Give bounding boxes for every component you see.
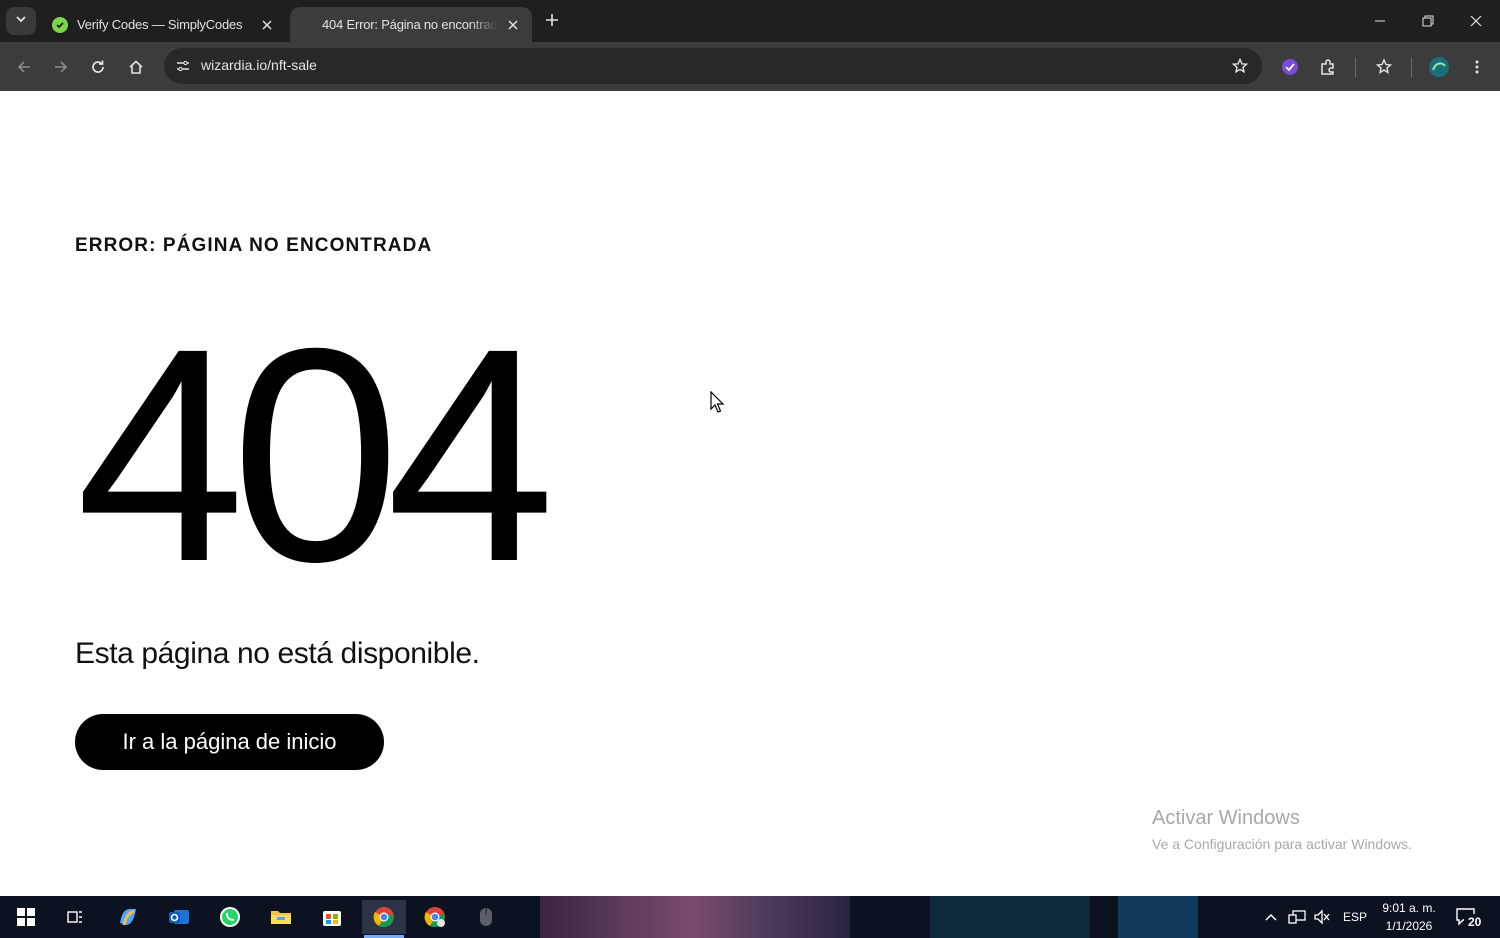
- mouse-app-icon: [480, 908, 492, 926]
- taskbar-background-fill: [540, 896, 850, 938]
- task-view-button[interactable]: [53, 900, 97, 934]
- go-home-button[interactable]: Ir a la página de inicio: [75, 714, 384, 770]
- chevron-up-icon: [1265, 913, 1277, 921]
- browser-menu-button[interactable]: [1462, 52, 1492, 82]
- home-icon: [129, 60, 143, 74]
- activation-watermark: Activar Windows Ve a Configuración para …: [1152, 807, 1412, 852]
- toolbar-separator: [1355, 57, 1356, 77]
- copilot-icon: [120, 909, 136, 926]
- clock-time: 9:01 a. m.: [1382, 901, 1436, 915]
- watermark-subtitle: Ve a Configuración para activar Windows.: [1152, 836, 1412, 852]
- forward-button[interactable]: [46, 52, 76, 82]
- arrow-right-icon: [55, 61, 68, 73]
- language-indicator[interactable]: ESP: [1343, 896, 1367, 938]
- show-hidden-icons-button[interactable]: [1264, 896, 1278, 938]
- site-info-button[interactable]: [170, 53, 196, 79]
- network-icon: [1288, 910, 1306, 924]
- tab-title: 404 Error: Página no encontrada: [322, 17, 498, 32]
- reload-icon: [92, 60, 104, 73]
- notification-count: 20: [1468, 915, 1482, 929]
- outlook-icon: [169, 910, 189, 924]
- tab-verify-codes[interactable]: Verify Codes — SimplyCodes: [38, 7, 286, 42]
- browser-toolbar: wizardia.io/nft-sale: [0, 42, 1500, 91]
- page-content: ERROR: PÁGINA NO ENCONTRADA 404 Esta pág…: [0, 91, 1500, 896]
- microsoft-store-button[interactable]: [310, 900, 354, 934]
- avatar: [1429, 57, 1449, 77]
- close-tab-icon[interactable]: [504, 16, 522, 34]
- back-button[interactable]: [9, 52, 39, 82]
- close-tab-icon[interactable]: [258, 16, 276, 34]
- close-window-button[interactable]: [1452, 0, 1500, 42]
- windows-start-icon: [17, 908, 35, 926]
- copilot-button[interactable]: [106, 900, 150, 934]
- extension-purple-icon: [1282, 59, 1298, 75]
- whatsapp-icon: [220, 907, 240, 927]
- star-icon: [1232, 58, 1248, 74]
- mouse-app-button[interactable]: [464, 900, 508, 934]
- home-button[interactable]: [121, 52, 151, 82]
- chrome-profile-icon: [424, 907, 445, 928]
- taskbar-background-fill: [930, 896, 1090, 938]
- tab-404-error[interactable]: 404 Error: Página no encontrada: [290, 7, 532, 42]
- toolbar-separator: [1411, 57, 1412, 77]
- error-heading: ERROR: PÁGINA NO ENCONTRADA: [75, 235, 433, 256]
- store-icon: [323, 911, 341, 926]
- tab-search-button[interactable]: [6, 7, 36, 35]
- chrome-icon: [373, 907, 394, 928]
- bookmark-star-button[interactable]: [1228, 54, 1252, 78]
- chrome-taskbar-button[interactable]: [362, 900, 406, 938]
- taskbar: ESP 9:01 a. m. 1/1/2026 20: [0, 896, 1500, 938]
- outlook-button[interactable]: [157, 900, 201, 934]
- file-explorer-button[interactable]: [259, 900, 303, 934]
- plus-icon: [545, 13, 559, 32]
- close-icon: [1470, 15, 1482, 27]
- network-button[interactable]: [1288, 896, 1306, 938]
- simplycodes-favicon-icon: [52, 16, 68, 33]
- profile-button[interactable]: [1424, 52, 1454, 82]
- chevron-down-icon: [15, 12, 27, 30]
- volume-muted-icon: [1314, 909, 1330, 925]
- bookmark-list-icon: [1375, 58, 1393, 74]
- whatsapp-button[interactable]: [208, 900, 252, 934]
- tune-icon: [177, 60, 189, 72]
- bookmarks-button[interactable]: [1369, 52, 1399, 82]
- minimize-icon: [1375, 20, 1385, 22]
- mouse-cursor-icon: [710, 390, 726, 420]
- chrome-profile-taskbar-button[interactable]: [413, 900, 457, 934]
- error-message: Esta página no está disponible.: [75, 637, 480, 670]
- start-button[interactable]: [4, 900, 48, 934]
- minimize-button[interactable]: [1356, 0, 1404, 42]
- restore-icon: [1422, 15, 1434, 27]
- watermark-title: Activar Windows: [1152, 807, 1300, 829]
- task-view-icon: [67, 911, 82, 923]
- extension-button[interactable]: [1275, 52, 1305, 82]
- extensions-menu-button[interactable]: [1313, 52, 1343, 82]
- address-bar[interactable]: wizardia.io/nft-sale: [164, 48, 1262, 84]
- puzzle-icon: [1321, 59, 1334, 75]
- new-tab-button[interactable]: [540, 10, 564, 34]
- notification-center-button[interactable]: 20: [1454, 906, 1484, 930]
- clock[interactable]: 9:01 a. m. 1/1/2026: [1378, 899, 1440, 935]
- tab-strip: Verify Codes — SimplyCodes 404 Error: Pá…: [0, 0, 1500, 42]
- error-code: 404: [76, 286, 555, 625]
- url-text[interactable]: wizardia.io/nft-sale: [201, 57, 317, 73]
- taskbar-background-fill: [1118, 896, 1198, 938]
- tab-title: Verify Codes — SimplyCodes: [77, 17, 243, 32]
- more-vert-icon: [1475, 60, 1479, 74]
- volume-button[interactable]: [1313, 896, 1331, 938]
- restore-button[interactable]: [1404, 0, 1452, 42]
- file-explorer-icon: [271, 911, 291, 924]
- clock-date: 1/1/2026: [1385, 919, 1433, 933]
- reload-button[interactable]: [83, 52, 113, 82]
- arrow-left-icon: [17, 61, 30, 73]
